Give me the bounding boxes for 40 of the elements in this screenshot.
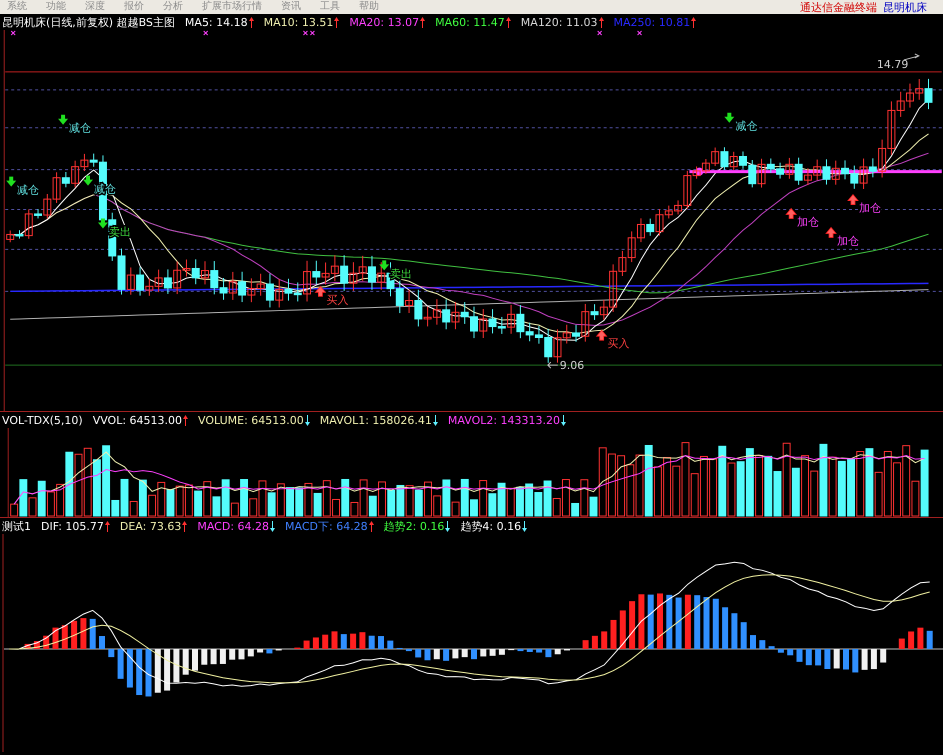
indicator-value: MA250: 10.81: [614, 16, 690, 28]
signal-label: 加仓: [858, 202, 881, 215]
panel-title: VOL-TDX(5,10): [2, 414, 83, 426]
menu-item[interactable]: 分析: [162, 2, 183, 12]
indicator-value: MACD: 64.28: [197, 520, 270, 532]
high-price-label: 14.79: [876, 58, 908, 71]
indicator-value: VVOL: 64513.00: [92, 414, 182, 426]
indicator-value: MA120: 11.03: [520, 16, 598, 28]
indicator-value: DEA: 73.63: [120, 520, 182, 532]
menu-item[interactable]: 扩展市场行情: [201, 2, 262, 12]
indicator-value: 趋势4: 0.16: [460, 520, 522, 532]
menu-item[interactable]: 系统: [6, 2, 27, 12]
menu-item[interactable]: 工具: [319, 2, 340, 12]
signal-label: 加仓: [797, 215, 820, 228]
menu-item[interactable]: 帮助: [358, 2, 379, 12]
indicator-value: MA10: 13.51: [264, 16, 334, 28]
low-price-label: 9.06: [560, 359, 584, 372]
indicator-value: 趋势2: 0.16: [384, 520, 444, 532]
signal-label: 减仓: [17, 184, 40, 197]
indicator-value: MA20: 13.07: [349, 16, 420, 28]
signal-label: 减仓: [735, 120, 758, 133]
signal-label: 减仓: [69, 122, 92, 135]
menu-item[interactable]: 资讯: [280, 2, 301, 12]
indicator-value: VOLUME: 64513.00: [198, 414, 304, 426]
indicator-value: MAVOL1: 158026.41: [320, 414, 432, 426]
menu-item[interactable]: 功能: [45, 2, 66, 12]
signal-label: 加仓: [837, 234, 860, 248]
indicator-value: MA5: 14.18: [184, 16, 248, 28]
indicator-value: MACD下: 64.28: [285, 520, 368, 532]
indicator-value: DIF: 105.77: [41, 520, 104, 532]
menu-item[interactable]: 报价: [123, 2, 144, 12]
indicator-value: MA60: 11.47: [435, 16, 505, 28]
signal-label: 买入: [608, 337, 630, 350]
stock-name: 昆明机床: [883, 2, 927, 12]
panel-title: 昆明机床(日线,前复权) 超越BS主图: [2, 16, 175, 28]
signal-label: 买入: [326, 293, 348, 306]
indicator-value: MAVOL2: 143313.20: [448, 414, 560, 426]
menu-item[interactable]: 深度: [84, 2, 105, 12]
app-name: 通达信金融终端: [800, 2, 877, 12]
panel-title: 测试1: [2, 520, 31, 532]
